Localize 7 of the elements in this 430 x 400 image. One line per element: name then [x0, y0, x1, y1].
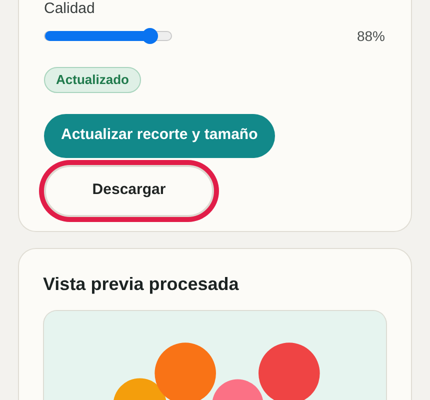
update-crop-button[interactable]: Actualizar recorte y tamaño: [44, 114, 275, 158]
slider-thumb[interactable]: [142, 28, 158, 44]
quality-value: 88%: [356, 26, 385, 46]
quality-slider[interactable]: [44, 31, 172, 41]
quality-label: Calidad: [44, 0, 96, 18]
preview-title: Vista previa procesada: [43, 272, 240, 296]
status-badge: Actualizado: [44, 67, 141, 92]
